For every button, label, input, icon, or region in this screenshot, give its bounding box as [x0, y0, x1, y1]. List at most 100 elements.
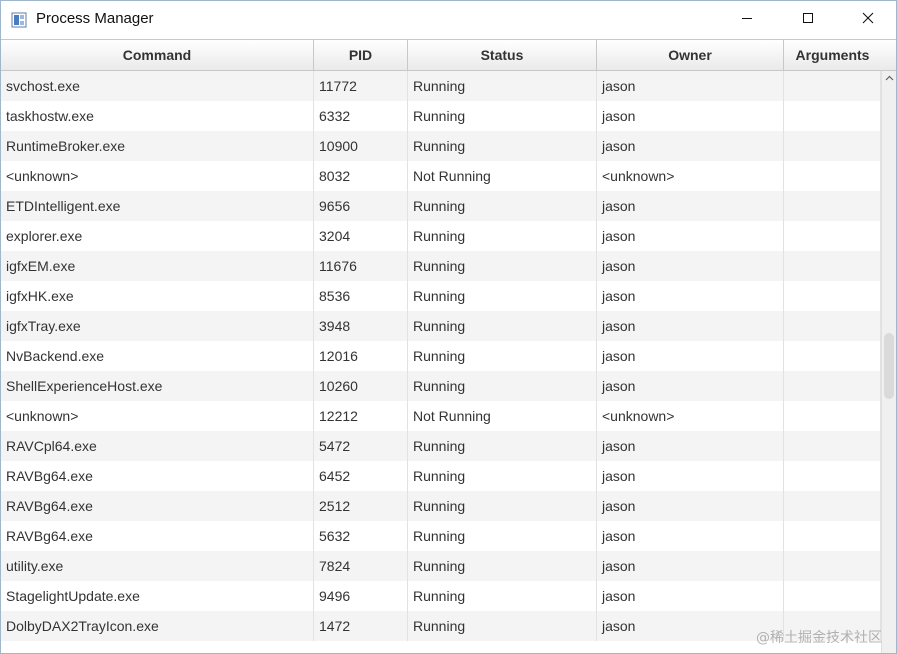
pid-cell: 9496	[314, 581, 408, 611]
status-cell: Running	[408, 251, 597, 281]
arguments-cell	[784, 401, 881, 431]
table-row[interactable]: ETDIntelligent.exe 9656 Running jason	[1, 191, 881, 221]
owner-cell: jason	[597, 581, 784, 611]
close-icon	[862, 11, 874, 29]
command-cell: NvBackend.exe	[1, 341, 314, 371]
scrollbar-thumb[interactable]	[884, 333, 894, 399]
command-cell: igfxEM.exe	[1, 251, 314, 281]
owner-cell: jason	[597, 71, 784, 101]
status-cell: Running	[408, 521, 597, 551]
owner-cell: jason	[597, 521, 784, 551]
status-cell: Running	[408, 461, 597, 491]
table-row[interactable]: igfxEM.exe 11676 Running jason	[1, 251, 881, 281]
watermark: @稀土掘金技术社区	[756, 630, 882, 646]
table-row[interactable]: utility.exe 7824 Running jason	[1, 551, 881, 581]
pid-cell: 12212	[314, 401, 408, 431]
table-header: Command PID Status Owner Arguments	[1, 39, 896, 71]
owner-cell: <unknown>	[597, 161, 784, 191]
table-row[interactable]: svchost.exe 11772 Running jason	[1, 71, 881, 101]
chevron-up-icon	[885, 68, 894, 86]
command-cell: RuntimeBroker.exe	[1, 131, 314, 161]
status-cell: Running	[408, 341, 597, 371]
owner-cell: jason	[597, 101, 784, 131]
arguments-cell	[784, 191, 881, 221]
process-manager-window: Process Manager Command PID Status Owner…	[0, 0, 897, 654]
column-header-status[interactable]: Status	[408, 40, 597, 70]
pid-cell: 10900	[314, 131, 408, 161]
vertical-scrollbar[interactable]	[881, 71, 896, 653]
column-header-arguments[interactable]: Arguments	[784, 40, 881, 70]
arguments-cell	[784, 431, 881, 461]
arguments-cell	[784, 281, 881, 311]
owner-cell: jason	[597, 551, 784, 581]
pid-cell: 8536	[314, 281, 408, 311]
table-row[interactable]: taskhostw.exe 6332 Running jason	[1, 101, 881, 131]
command-cell: ETDIntelligent.exe	[1, 191, 314, 221]
column-header-owner[interactable]: Owner	[597, 40, 784, 70]
command-cell: RAVCpl64.exe	[1, 431, 314, 461]
command-cell: <unknown>	[1, 401, 314, 431]
command-cell: igfxTray.exe	[1, 311, 314, 341]
table-row[interactable]: RAVBg64.exe 6452 Running jason	[1, 461, 881, 491]
table-row[interactable]: RAVCpl64.exe 5472 Running jason	[1, 431, 881, 461]
pid-cell: 3948	[314, 311, 408, 341]
app-icon	[11, 12, 27, 28]
command-cell: DolbyDAX2TrayIcon.exe	[1, 611, 314, 641]
scroll-up-button[interactable]	[882, 68, 896, 86]
pid-cell: 6452	[314, 461, 408, 491]
table-row[interactable]: RAVBg64.exe 2512 Running jason	[1, 491, 881, 521]
owner-cell: jason	[597, 491, 784, 521]
table-row[interactable]: igfxTray.exe 3948 Running jason	[1, 311, 881, 341]
title-bar[interactable]: Process Manager	[1, 1, 896, 39]
arguments-cell	[784, 131, 881, 161]
table-row[interactable]: RuntimeBroker.exe 10900 Running jason	[1, 131, 881, 161]
arguments-cell	[784, 101, 881, 131]
table-row[interactable]: RAVBg64.exe 5632 Running jason	[1, 521, 881, 551]
owner-cell: jason	[597, 461, 784, 491]
table-row[interactable]: <unknown> 8032 Not Running <unknown>	[1, 161, 881, 191]
command-cell: <unknown>	[1, 161, 314, 191]
maximize-button[interactable]	[779, 1, 837, 39]
command-cell: RAVBg64.exe	[1, 461, 314, 491]
arguments-cell	[784, 371, 881, 401]
table-row[interactable]: igfxHK.exe 8536 Running jason	[1, 281, 881, 311]
owner-cell: jason	[597, 371, 784, 401]
status-cell: Running	[408, 281, 597, 311]
column-header-command[interactable]: Command	[1, 40, 314, 70]
process-table-body: svchost.exe 11772 Running jason taskhostw.ex…	[1, 71, 881, 653]
arguments-cell	[784, 251, 881, 281]
owner-cell: jason	[597, 131, 784, 161]
owner-cell: jason	[597, 191, 784, 221]
owner-cell: jason	[597, 221, 784, 251]
table-row[interactable]: <unknown> 12212 Not Running <unknown>	[1, 401, 881, 431]
arguments-cell	[784, 221, 881, 251]
owner-cell: jason	[597, 281, 784, 311]
column-header-pid[interactable]: PID	[314, 40, 408, 70]
pid-cell: 6332	[314, 101, 408, 131]
table-row[interactable]: ShellExperienceHost.exe 10260 Running jason	[1, 371, 881, 401]
owner-cell: jason	[597, 311, 784, 341]
minimize-button[interactable]	[718, 1, 776, 39]
pid-cell: 11772	[314, 71, 408, 101]
command-cell: explorer.exe	[1, 221, 314, 251]
owner-cell: jason	[597, 251, 784, 281]
pid-cell: 2512	[314, 491, 408, 521]
table-row[interactable]: DolbyDAX2TrayIcon.exe 1472 Running jason	[1, 611, 881, 641]
window-title: Process Manager	[36, 10, 154, 27]
close-button[interactable]	[839, 1, 896, 39]
command-cell: taskhostw.exe	[1, 101, 314, 131]
status-cell: Running	[408, 431, 597, 461]
table-row[interactable]: explorer.exe 3204 Running jason	[1, 221, 881, 251]
pid-cell: 5472	[314, 431, 408, 461]
table-row[interactable]: NvBackend.exe 12016 Running jason	[1, 341, 881, 371]
pid-cell: 10260	[314, 371, 408, 401]
minimize-icon	[741, 11, 753, 29]
command-cell: ShellExperienceHost.exe	[1, 371, 314, 401]
status-cell: Running	[408, 71, 597, 101]
table-row[interactable]: StagelightUpdate.exe 9496 Running jason	[1, 581, 881, 611]
status-cell: Not Running	[408, 401, 597, 431]
owner-cell: jason	[597, 341, 784, 371]
arguments-cell	[784, 491, 881, 521]
command-cell: svchost.exe	[1, 71, 314, 101]
status-cell: Running	[408, 371, 597, 401]
